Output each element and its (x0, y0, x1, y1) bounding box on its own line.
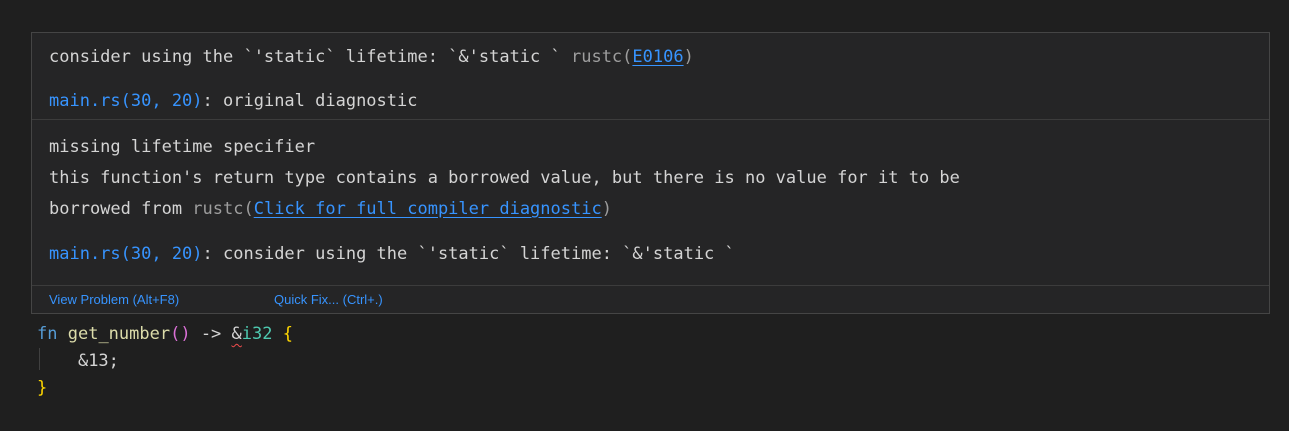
related-info-2: main.rs(30, 20): consider using the `'st… (49, 244, 735, 264)
function-name: get_number (67, 324, 171, 344)
view-problem-button[interactable]: View Problem (Alt+F8) (49, 292, 179, 307)
diagnostic-source-close: ) (683, 47, 694, 67)
quick-fix-message: consider using the `'static` lifetime: `… (49, 47, 694, 67)
open-brace: { (282, 324, 293, 344)
diagnostic-message-line-3: borrowed from rustc(Click for full compi… (49, 199, 612, 219)
diagnostic-hover-widget: consider using the `'static` lifetime: `… (31, 32, 1270, 314)
code-line-1[interactable]: fn get_number() -> &i32 { (37, 323, 293, 345)
diagnostic-message-line-2: this function's return type contains a b… (49, 168, 960, 188)
quick-fix-button[interactable]: Quick Fix... (Ctrl+.) (274, 292, 383, 307)
statement: &13; (77, 351, 119, 371)
code-line-2[interactable]: &13; (37, 350, 119, 372)
return-arrow: -> (190, 324, 232, 344)
fn-keyword: fn (37, 324, 58, 344)
full-diagnostic-link[interactable]: Click for full compiler diagnostic (254, 199, 602, 219)
related-separator-1: : (202, 91, 224, 111)
related-location-link-2[interactable]: main.rs(30, 20) (49, 244, 203, 264)
parameter-parens: () (170, 324, 191, 344)
editor-window: consider using the `'static` lifetime: `… (0, 0, 1289, 431)
diagnostic-source-2: rustc( (192, 199, 254, 219)
related-info-1: main.rs(30, 20): original diagnostic (49, 91, 417, 111)
related-message-1: original diagnostic (223, 91, 418, 111)
related-message-2: consider using the `'static` lifetime: `… (223, 244, 735, 264)
return-type: i32 (241, 324, 273, 344)
code-line-3[interactable]: } (37, 377, 47, 399)
diagnostic-message-line-1: missing lifetime specifier (49, 137, 316, 157)
diagnostic-source-close-2: ) (601, 199, 612, 219)
error-squiggle-amp[interactable]: & (232, 324, 242, 344)
related-separator-2: : (202, 244, 224, 264)
close-brace: } (37, 378, 48, 398)
related-location-link-1[interactable]: main.rs(30, 20) (49, 91, 203, 111)
hover-status-bar: View Problem (Alt+F8) Quick Fix... (Ctrl… (32, 285, 1269, 313)
diagnostic-source: rustc( (570, 47, 633, 67)
quick-fix-text: consider using the `'static` lifetime: `… (49, 47, 571, 67)
diagnostic-message-text: borrowed from (49, 199, 193, 219)
hover-divider (32, 119, 1269, 120)
error-code-link[interactable]: E0106 (632, 47, 683, 67)
